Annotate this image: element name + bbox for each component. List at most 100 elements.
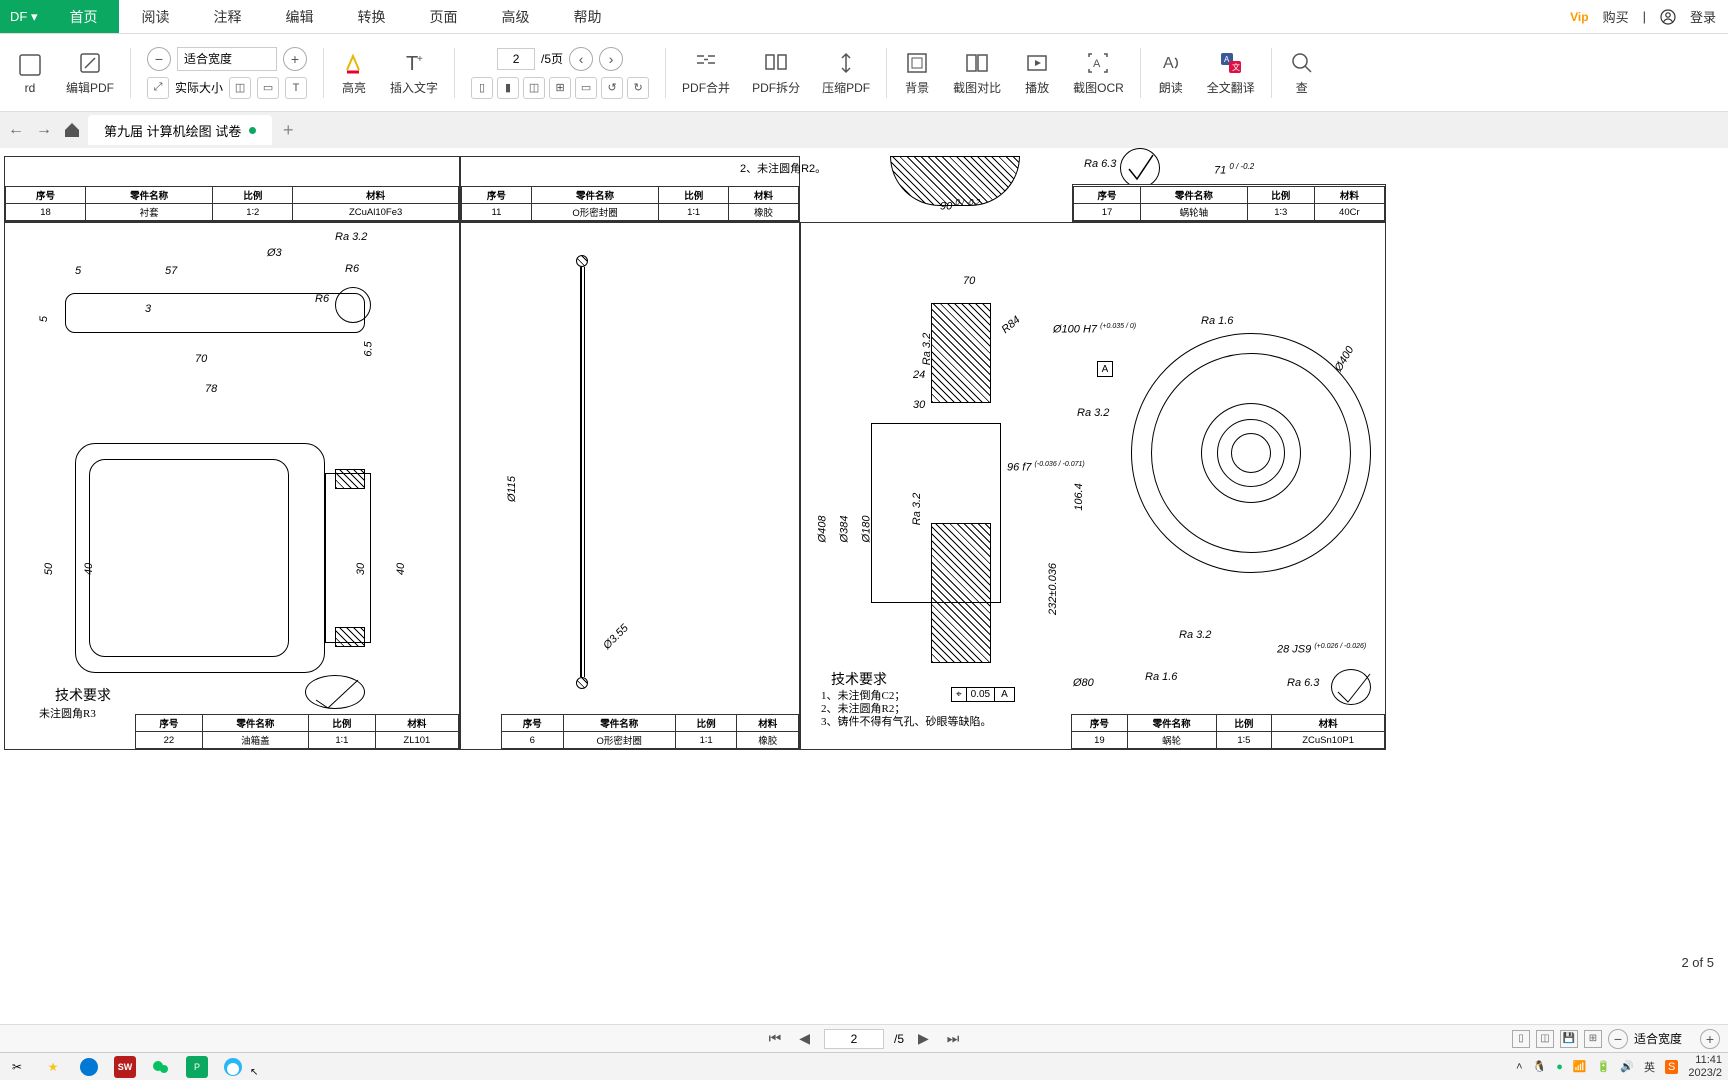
- layout-two-icon[interactable]: ◫: [523, 77, 545, 99]
- tech-req-sub-22: 未注圆角R3: [39, 705, 96, 721]
- panel-6: Ø115 Ø3.55 序号零件名称比例材料 6O形密封圈1∶1橡胶: [460, 222, 800, 750]
- tool-background[interactable]: 背景: [893, 34, 941, 111]
- nav-back-icon[interactable]: ←: [4, 118, 28, 142]
- divider: |: [1643, 9, 1646, 24]
- panel-19: Ra 3.2 70 R84 Ø100 H7 (+0.035 / 0) Ra 1.…: [800, 222, 1386, 750]
- login-link[interactable]: 登录: [1690, 7, 1716, 26]
- tool-word[interactable]: rd: [6, 34, 54, 111]
- tech-req-19-3: 3、铸件不得有气孔、砂眼等缺陷。: [821, 713, 992, 729]
- menu-help[interactable]: 帮助: [551, 0, 623, 33]
- svg-text:A: A: [1093, 58, 1101, 70]
- rotate-left-icon[interactable]: ↺: [601, 77, 623, 99]
- taskbar-wechat-icon[interactable]: [150, 1056, 172, 1078]
- document-tab[interactable]: 第九届 计算机绘图 试卷: [88, 115, 272, 145]
- menu-advanced[interactable]: 高级: [479, 0, 551, 33]
- taskbar: ✂ ★ SW P ↖ ˄ 🐧 ● 📶 🔋 🔊 英 S 11:41 2023/2: [0, 1052, 1728, 1080]
- tool-translate[interactable]: A文 全文翻译: [1197, 34, 1265, 111]
- svg-text:A: A: [1224, 55, 1230, 64]
- menu-page[interactable]: 页面: [407, 0, 479, 33]
- zoom-select[interactable]: [177, 47, 277, 71]
- tray-wifi-icon[interactable]: 📶: [1573, 1060, 1587, 1073]
- actual-size-label[interactable]: 实际大小: [175, 79, 223, 96]
- tray-time: 11:41: [1688, 1054, 1722, 1066]
- tray-wechat-icon[interactable]: ●: [1556, 1061, 1563, 1073]
- menu-read[interactable]: 阅读: [119, 0, 191, 33]
- status-bar: ⏮ ◀ /5 ▶ ⏭ ▯ ◫ 💾 ⊞ − 适合宽度 +: [0, 1024, 1728, 1052]
- taskbar-edge-icon[interactable]: [78, 1056, 100, 1078]
- nav-forward-icon[interactable]: →: [32, 118, 56, 142]
- layout-grid-icon[interactable]: ⊞: [549, 77, 571, 99]
- add-tab-button[interactable]: +: [276, 118, 300, 142]
- tool-play[interactable]: 播放: [1013, 34, 1061, 111]
- svg-text:+: +: [417, 54, 423, 65]
- dim-71: 71 0 / -0.2: [1214, 162, 1254, 177]
- tray-battery-icon[interactable]: 🔋: [1597, 1060, 1611, 1073]
- menu-annotate[interactable]: 注释: [191, 0, 263, 33]
- prev-page-button-2[interactable]: ◀: [795, 1030, 814, 1047]
- tool-insert-text[interactable]: T+ 插入文字: [380, 34, 448, 111]
- menu-edit[interactable]: 编辑: [263, 0, 335, 33]
- tool-search[interactable]: 查: [1278, 34, 1326, 111]
- view-mode-2-icon[interactable]: ▭: [257, 77, 279, 99]
- dim-ra63-top: Ra 6.3: [1084, 158, 1116, 170]
- taskbar-app-scissors-icon[interactable]: ✂: [6, 1056, 28, 1078]
- taskbar-star-icon[interactable]: ★: [42, 1056, 64, 1078]
- tool-edit-pdf[interactable]: 编辑PDF: [56, 34, 124, 111]
- page-input-bottom[interactable]: [824, 1029, 884, 1049]
- view-mode-3-icon[interactable]: T: [285, 77, 307, 99]
- layout-book-icon[interactable]: ▭: [575, 77, 597, 99]
- tray-sogou-icon[interactable]: S: [1665, 1060, 1678, 1074]
- zoom-out-bottom[interactable]: −: [1608, 1029, 1628, 1049]
- toolbar: rd 编辑PDF − + ⤢ 实际大小 ◫ ▭ T 高亮 T+ 插入文字 /5页…: [0, 34, 1728, 112]
- pdf-viewport[interactable]: 稳 拿 国 一 电 序号零件名称比例材料 18衬套1∶2ZCuAl10Fe3 序…: [0, 148, 1728, 1028]
- zoom-in-button[interactable]: +: [283, 47, 307, 71]
- nav-home-icon[interactable]: [60, 118, 84, 142]
- prev-page-button[interactable]: ‹: [569, 47, 593, 71]
- tray-date: 2023/2: [1688, 1067, 1722, 1079]
- tool-highlight[interactable]: 高亮: [330, 34, 378, 111]
- view-save-icon[interactable]: 💾: [1560, 1030, 1578, 1048]
- panel-17-header: 序号零件名称比例材料 17蜗轮轴1∶340Cr: [1072, 184, 1386, 222]
- tray-qq-icon[interactable]: 🐧: [1533, 1060, 1547, 1073]
- tool-read[interactable]: A 朗读: [1147, 34, 1195, 111]
- first-page-button[interactable]: ⏮: [765, 1030, 786, 1047]
- layout-single-icon[interactable]: ▯: [471, 77, 493, 99]
- page-total-bottom: /5: [894, 1032, 904, 1046]
- tech-req-title-22: 技术要求: [55, 685, 111, 705]
- zoom-in-bottom[interactable]: +: [1700, 1029, 1720, 1049]
- zoom-label-bottom[interactable]: 适合宽度: [1634, 1030, 1694, 1047]
- taskbar-doraemon-icon[interactable]: [222, 1056, 244, 1078]
- fit-width-icon[interactable]: ⤢: [147, 77, 169, 99]
- tool-pdf-split[interactable]: PDF拆分: [742, 34, 810, 111]
- panel-18-header: 序号零件名称比例材料 18衬套1∶2ZCuAl10Fe3: [4, 156, 460, 222]
- page-input[interactable]: [497, 48, 535, 70]
- circle-check: [1120, 148, 1160, 188]
- tray-chevron-icon[interactable]: ˄: [1516, 1061, 1522, 1073]
- top-note: 2、未注圆角R2。: [740, 160, 826, 176]
- tray-ime-icon[interactable]: 英: [1644, 1059, 1655, 1075]
- menu-convert[interactable]: 转换: [335, 0, 407, 33]
- svg-text:A: A: [1163, 55, 1174, 72]
- rotate-right-icon[interactable]: ↻: [627, 77, 649, 99]
- next-page-button[interactable]: ›: [599, 47, 623, 71]
- layout-cont-icon[interactable]: ▮: [497, 77, 519, 99]
- tool-compare[interactable]: 截图对比: [943, 34, 1011, 111]
- pdf-dropdown[interactable]: DF ▾: [0, 0, 47, 33]
- tool-pdf-merge[interactable]: PDF合并: [672, 34, 740, 111]
- tool-compress[interactable]: 压缩PDF: [812, 34, 880, 111]
- view-single-icon[interactable]: ▯: [1512, 1030, 1530, 1048]
- last-page-button[interactable]: ⏭: [943, 1030, 964, 1047]
- taskbar-pdf-icon[interactable]: P: [186, 1056, 208, 1078]
- document-tab-title: 第九届 计算机绘图 试卷: [104, 121, 241, 140]
- view-grid-icon[interactable]: ⊞: [1584, 1030, 1602, 1048]
- tool-ocr[interactable]: A 截图OCR: [1063, 34, 1134, 111]
- zoom-out-button[interactable]: −: [147, 47, 171, 71]
- buy-link[interactable]: 购买: [1603, 7, 1629, 26]
- taskbar-sw-icon[interactable]: SW: [114, 1056, 136, 1078]
- next-page-button-2[interactable]: ▶: [914, 1030, 933, 1047]
- menu-home[interactable]: 首页: [47, 0, 119, 33]
- tray-volume-icon[interactable]: 🔊: [1620, 1060, 1634, 1073]
- page-total-label: /5页: [541, 50, 563, 67]
- view-two-icon[interactable]: ◫: [1536, 1030, 1554, 1048]
- view-mode-1-icon[interactable]: ◫: [229, 77, 251, 99]
